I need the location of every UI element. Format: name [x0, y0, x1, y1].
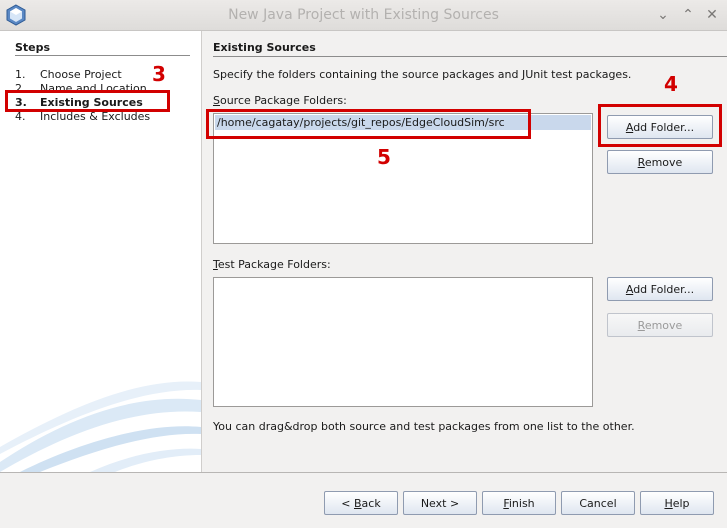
- title-bar: New Java Project with Existing Sources ⌄…: [0, 0, 727, 31]
- maximize-icon[interactable]: ⌃: [679, 6, 697, 24]
- button-mnemonic: R: [637, 319, 645, 332]
- button-label: inish: [508, 497, 535, 510]
- button-label: dd Folder...: [633, 283, 695, 296]
- label-text: ource Package Folders:: [219, 94, 347, 107]
- close-icon[interactable]: ✕: [703, 6, 721, 24]
- drag-drop-hint: You can drag&drop both source and test p…: [213, 420, 635, 433]
- add-test-folder-button[interactable]: Add Folder...: [607, 277, 713, 301]
- step-label: Choose Project: [40, 68, 122, 81]
- annotation-box-step-3: [5, 90, 170, 112]
- button-label: ack: [361, 497, 381, 510]
- help-button[interactable]: Help: [640, 491, 714, 515]
- annotation-number-4: 4: [664, 72, 678, 96]
- label-mnemonic: S: [213, 94, 220, 107]
- cancel-button[interactable]: Cancel: [561, 491, 635, 515]
- steps-divider: [15, 55, 190, 56]
- next-button[interactable]: Next >: [403, 491, 477, 515]
- button-label: emove: [644, 319, 683, 332]
- button-mnemonic: R: [637, 156, 645, 169]
- steps-heading: Steps: [15, 41, 51, 54]
- button-label: Cancel: [579, 497, 617, 510]
- page-title: Existing Sources: [213, 41, 316, 54]
- step-number: 1.: [15, 68, 26, 81]
- test-folders-label: Test Package Folders:: [213, 258, 331, 271]
- annotation-box-add-folder: [598, 104, 722, 147]
- panel-separator: [201, 31, 202, 472]
- button-label: emove: [644, 156, 683, 169]
- annotation-number-5: 5: [377, 145, 391, 169]
- button-label: elp: [672, 497, 690, 510]
- button-mnemonic: H: [664, 497, 673, 510]
- remove-source-folder-button[interactable]: Remove: [607, 150, 713, 174]
- button-prefix: <: [341, 497, 354, 510]
- window-title: New Java Project with Existing Sources: [228, 7, 499, 23]
- title-divider: [213, 56, 727, 57]
- finish-button[interactable]: Finish: [482, 491, 556, 515]
- annotation-number-3: 3: [152, 62, 166, 86]
- button-label: Next >: [420, 497, 460, 510]
- step-item-choose-project: 1. Choose Project: [15, 68, 122, 81]
- back-button[interactable]: < Back: [324, 491, 398, 515]
- decorative-swoosh-graphic: [0, 381, 201, 472]
- test-folders-list[interactable]: [213, 277, 593, 407]
- source-folders-label: Source Package Folders:: [213, 94, 347, 107]
- minimize-icon[interactable]: ⌄: [654, 6, 672, 24]
- annotation-box-source-folder: [206, 109, 531, 139]
- remove-test-folder-button[interactable]: Remove: [607, 313, 713, 337]
- page-description: Specify the folders containing the sourc…: [213, 68, 632, 81]
- label-text: est Package Folders:: [217, 258, 331, 271]
- footer-divider: [0, 472, 727, 473]
- button-mnemonic: B: [354, 497, 362, 510]
